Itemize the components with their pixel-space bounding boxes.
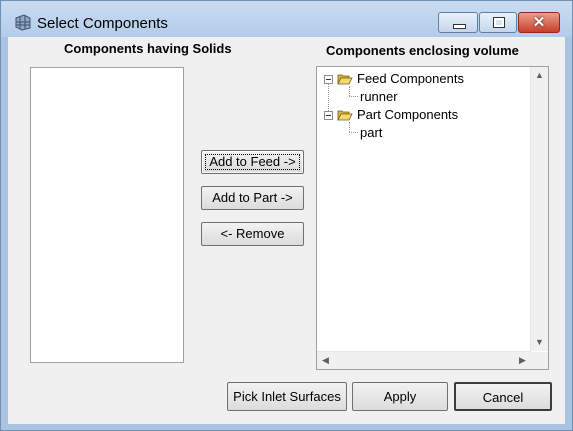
- minimize-icon: [453, 24, 466, 29]
- tree-connector: [349, 86, 350, 96]
- dialog-window: Select Components ✕ Components having So…: [0, 0, 573, 431]
- collapse-part-icon[interactable]: [324, 111, 333, 120]
- add-to-part-button[interactable]: Add to Part ->: [201, 186, 304, 210]
- tree-connector: [349, 96, 358, 97]
- enclosing-volume-tree[interactable]: Feed Components runner Part Components p…: [316, 66, 549, 370]
- vertical-scrollbar[interactable]: ▲ ▼: [530, 67, 548, 351]
- window-title: Select Components: [37, 15, 168, 32]
- tree-connector: [349, 132, 358, 133]
- remove-button[interactable]: <- Remove: [201, 222, 304, 246]
- tree-node-part-components[interactable]: Part Components: [357, 107, 458, 122]
- collapse-feed-icon[interactable]: [324, 75, 333, 84]
- tree-node-part[interactable]: part: [360, 125, 382, 140]
- solids-component-list[interactable]: [30, 67, 184, 363]
- pick-inlet-surfaces-button[interactable]: Pick Inlet Surfaces: [227, 382, 347, 411]
- dialog-body: Components having Solids Components encl…: [8, 37, 565, 424]
- tree-connector: [328, 79, 329, 115]
- tree-node-runner[interactable]: runner: [360, 89, 398, 104]
- title-bar[interactable]: Select Components ✕: [1, 1, 572, 37]
- scroll-right-icon[interactable]: ▶: [514, 352, 531, 369]
- close-button[interactable]: ✕: [518, 12, 560, 33]
- add-to-feed-button[interactable]: Add to Feed ->: [201, 150, 304, 174]
- tree-node-feed-components[interactable]: Feed Components: [357, 71, 464, 86]
- scroll-up-icon[interactable]: ▲: [531, 67, 548, 84]
- right-panel-header: Components enclosing volume: [326, 43, 519, 58]
- cancel-button[interactable]: Cancel: [454, 382, 552, 411]
- horizontal-scrollbar[interactable]: ◀ ▶: [317, 351, 531, 369]
- apply-button[interactable]: Apply: [352, 382, 448, 411]
- scroll-left-icon[interactable]: ◀: [317, 352, 334, 369]
- close-icon: ✕: [532, 14, 546, 31]
- open-folder-icon: [337, 74, 353, 85]
- maximize-icon: [493, 17, 505, 28]
- maximize-button[interactable]: [479, 12, 517, 33]
- minimize-button[interactable]: [438, 12, 478, 33]
- grid-mesh-icon: [15, 14, 31, 31]
- tree-connector: [349, 122, 350, 132]
- left-panel-header: Components having Solids: [64, 41, 232, 56]
- scroll-down-icon[interactable]: ▼: [531, 334, 548, 351]
- scrollbar-corner: [531, 352, 548, 369]
- open-folder-icon: [337, 110, 353, 121]
